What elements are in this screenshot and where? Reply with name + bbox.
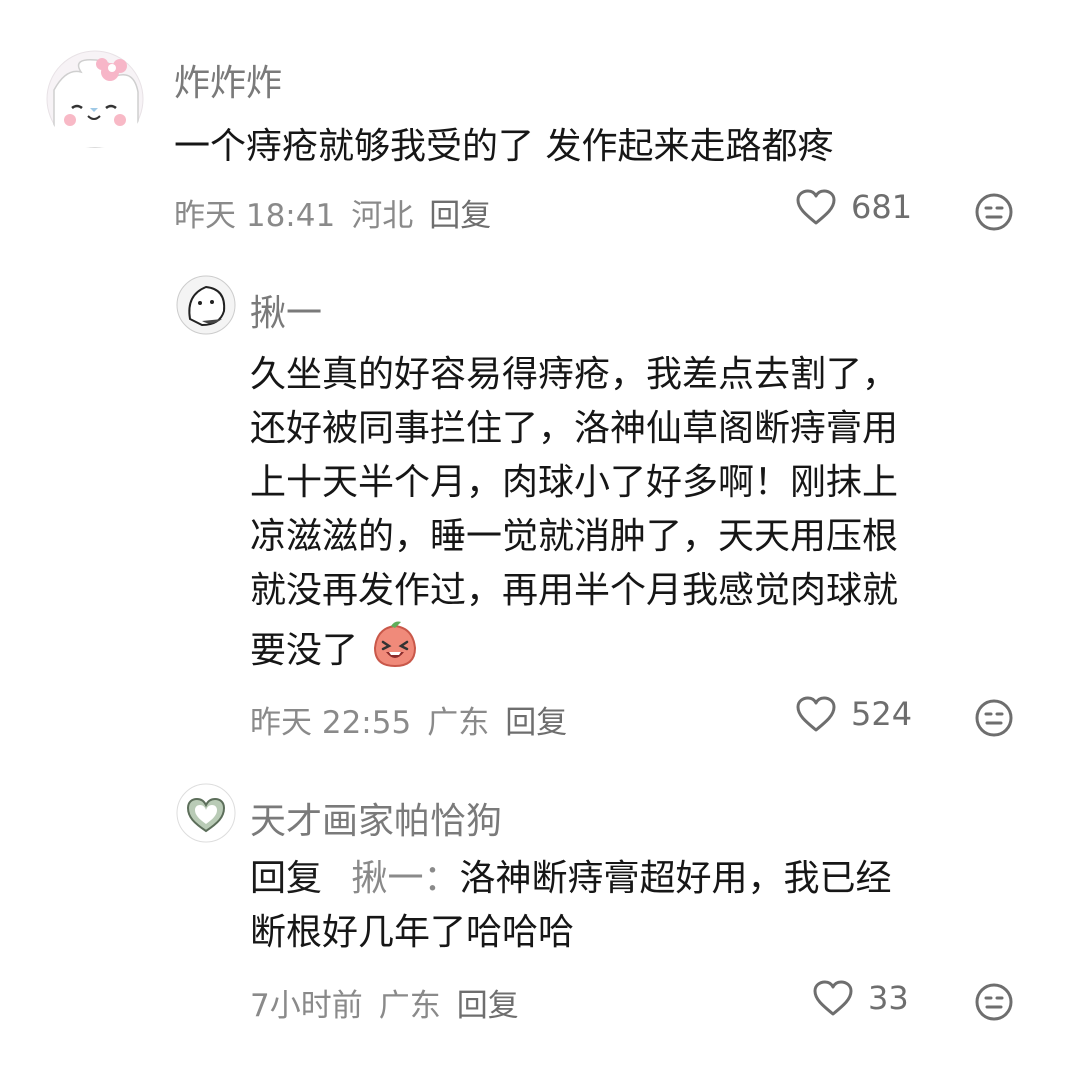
reply-text: 洛神断痔膏超好用，我已经 [459, 858, 892, 899]
reply-target-user[interactable]: 揪一： [351, 858, 459, 899]
timestamp: 7小时前 [250, 988, 363, 1024]
avatar[interactable] [176, 783, 236, 843]
comment-3: 天才画家帕恰狗 回复 揪一：洛神断痔膏超好用，我已经 断根好几年了哈哈哈 7小时… [0, 0, 1080, 1075]
text-line: 断根好几年了哈哈哈 [250, 912, 575, 953]
comment-text: 回复 揪一：洛神断痔膏超好用，我已经 断根好几年了哈哈哈 [250, 852, 1050, 960]
dislike-button[interactable] [974, 982, 1014, 1026]
like-button[interactable]: 33 [812, 979, 909, 1017]
reply-prefix: 回复 [250, 858, 323, 899]
comment-meta: 7小时前 广东 回复 [250, 980, 519, 1025]
reply-button[interactable]: 回复 [457, 980, 519, 1025]
neutral-face-icon [975, 983, 1013, 1021]
location: 广东 [378, 988, 441, 1024]
heart-avatar-icon [176, 783, 236, 843]
like-count: 33 [868, 979, 909, 1017]
username[interactable]: 天才画家帕恰狗 [250, 792, 502, 844]
text-line: 回复 揪一：洛神断痔膏超好用，我已经 [250, 852, 1050, 906]
heart-outline-icon [813, 980, 853, 1016]
